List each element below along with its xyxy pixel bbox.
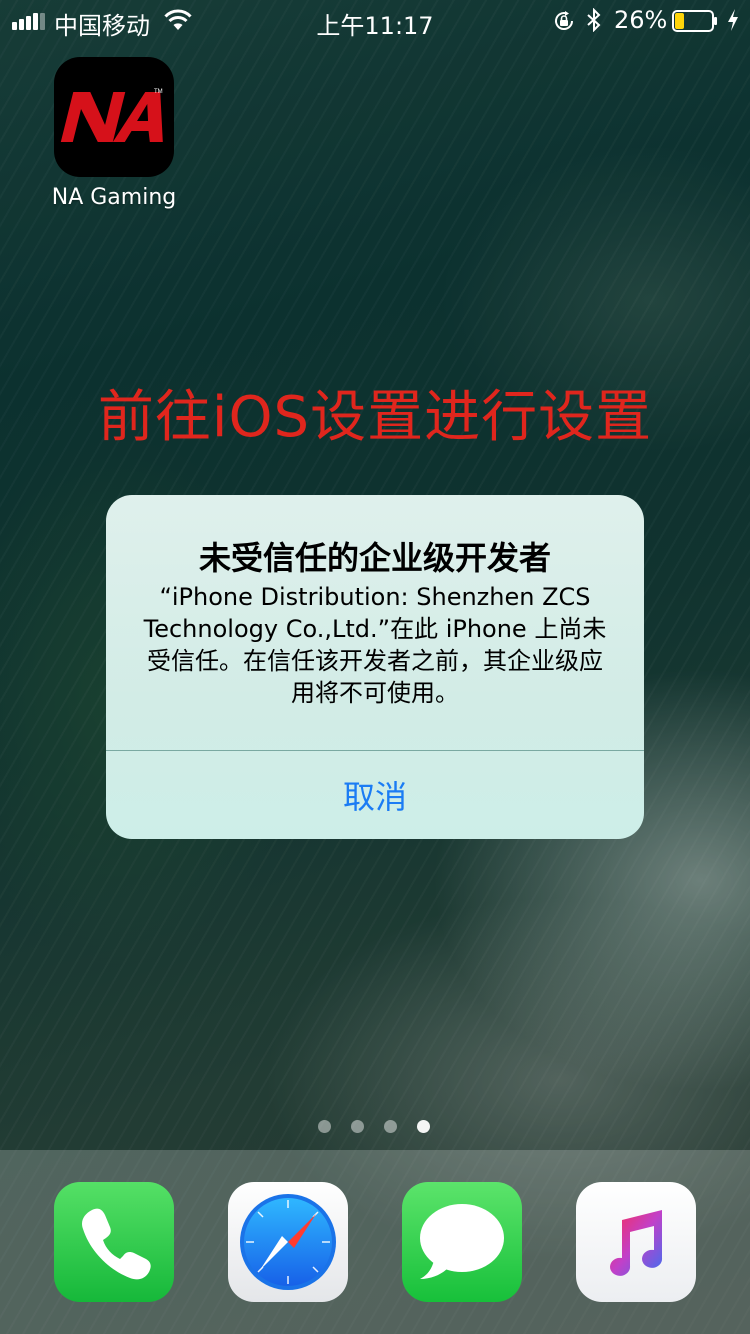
page-dot xyxy=(384,1120,397,1133)
svg-text:TM: TM xyxy=(154,89,163,95)
settings-instruction-banner: 前往iOS设置进行设置 xyxy=(97,385,653,450)
page-dot xyxy=(351,1120,364,1133)
na-logo-icon: TM xyxy=(60,89,163,142)
charging-icon xyxy=(728,9,738,31)
na-gaming-app-icon[interactable]: TM xyxy=(54,57,174,177)
rotation-lock-icon xyxy=(555,11,574,30)
messages-app-icon[interactable] xyxy=(402,1182,522,1302)
music-app-icon[interactable] xyxy=(576,1182,696,1302)
page-dot xyxy=(318,1120,331,1133)
battery-percentage: 26% xyxy=(614,6,668,34)
alert-title: 未受信任的企业级开发者 xyxy=(198,539,551,577)
page-dot xyxy=(417,1120,430,1133)
alert-message: “iPhone Distribution: Shenzhen ZCS Techn… xyxy=(143,583,607,707)
app-label: NA Gaming xyxy=(51,185,177,210)
battery-level-fill xyxy=(675,13,684,29)
safari-app-icon[interactable] xyxy=(228,1182,348,1302)
bluetooth-icon xyxy=(587,8,601,32)
battery-icon xyxy=(672,10,717,32)
phone-app-icon[interactable] xyxy=(54,1182,174,1302)
page-indicator[interactable] xyxy=(318,1120,434,1134)
cancel-button[interactable]: 取消 xyxy=(106,751,644,839)
status-bar: 中国移动 上午11:17 26% xyxy=(0,0,750,40)
untrusted-developer-alert: 未受信任的企业级开发者 “iPhone Distribution: Shenzh… xyxy=(106,495,644,839)
